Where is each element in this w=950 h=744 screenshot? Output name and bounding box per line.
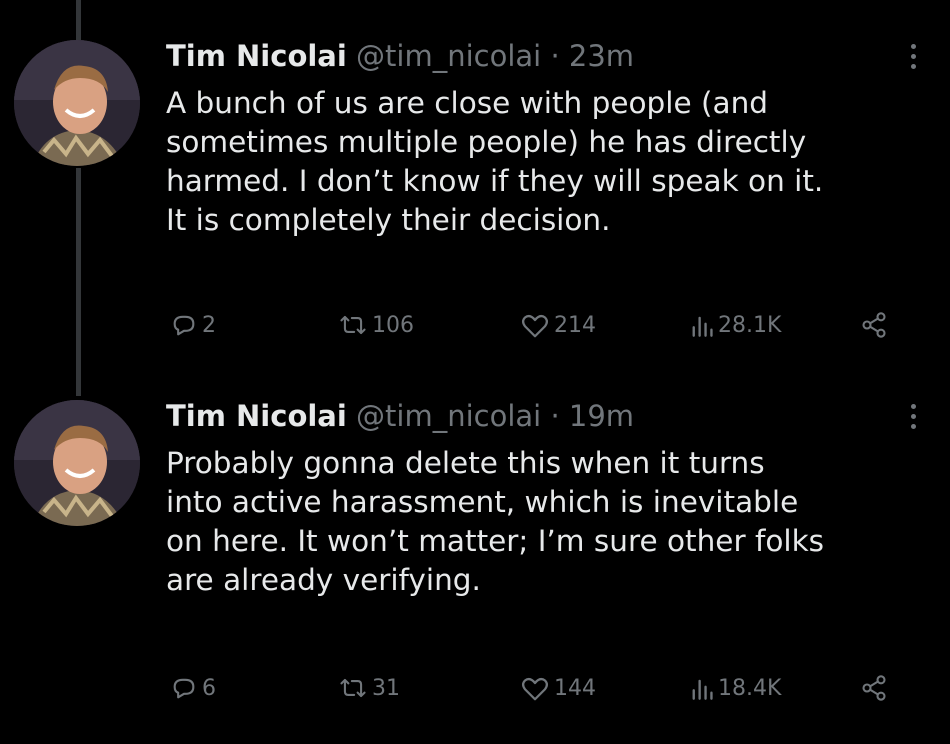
views-button[interactable]: 18.4K xyxy=(690,668,781,708)
reply-count: 6 xyxy=(202,675,216,701)
tweet-text-line: It is completely their decision. xyxy=(166,203,611,237)
like-count: 144 xyxy=(554,675,596,701)
tweet[interactable]: Tim Nicolai @tim_nicolai · 19m Probably … xyxy=(0,370,950,744)
share-icon xyxy=(862,675,886,701)
heart-icon xyxy=(522,314,548,338)
tweet-text-line: Probably gonna delete this when it turns xyxy=(166,446,765,480)
share-button[interactable] xyxy=(860,305,888,345)
tweet-header: Tim Nicolai @tim_nicolai · 23m xyxy=(166,38,634,74)
retweet-icon xyxy=(340,315,366,335)
tweet-text: A bunch of us are close with people (and… xyxy=(166,84,926,240)
tweet-text-line: A bunch of us are close with people (and xyxy=(166,86,769,120)
views-chart-icon xyxy=(692,679,713,700)
tweet-text-line: on here. It won’t matter; I’m sure other… xyxy=(166,524,825,558)
avatar[interactable] xyxy=(14,40,140,166)
more-vertical-icon[interactable] xyxy=(908,404,918,429)
retweet-button[interactable]: 106 xyxy=(338,305,414,345)
timestamp[interactable]: 23m xyxy=(569,39,634,73)
like-button[interactable]: 144 xyxy=(520,668,596,708)
share-icon xyxy=(862,312,886,338)
reply-count: 2 xyxy=(202,312,216,338)
separator-dot: · xyxy=(550,39,560,73)
heart-icon xyxy=(522,677,548,701)
display-name[interactable]: Tim Nicolai xyxy=(166,399,347,433)
reply-button[interactable]: 2 xyxy=(170,305,216,345)
views-count: 18.4K xyxy=(718,675,782,701)
user-handle[interactable]: @tim_nicolai xyxy=(356,39,541,73)
retweet-count: 106 xyxy=(372,312,414,338)
reply-button[interactable]: 6 xyxy=(170,668,216,708)
separator-dot: · xyxy=(550,399,560,433)
like-count: 214 xyxy=(554,312,596,338)
tweet-actions: 6 31 144 18.4K xyxy=(170,668,890,708)
tweet-header: Tim Nicolai @tim_nicolai · 19m xyxy=(166,398,634,434)
tweet-text: Probably gonna delete this when it turns… xyxy=(166,444,926,600)
tweet-actions: 2 106 214 28.1K xyxy=(170,305,890,345)
views-button[interactable]: 28.1K xyxy=(690,305,781,345)
display-name[interactable]: Tim Nicolai xyxy=(166,39,347,73)
more-vertical-icon[interactable] xyxy=(908,44,918,69)
retweet-count: 31 xyxy=(372,675,400,701)
tweet[interactable]: Tim Nicolai @tim_nicolai · 23m A bunch o… xyxy=(0,0,950,370)
avatar[interactable] xyxy=(14,400,140,526)
retweet-icon xyxy=(340,678,366,698)
tweet-text-line: into active harassment, which is inevita… xyxy=(166,485,799,519)
tweet-text-line: are already verifying. xyxy=(166,563,481,597)
share-button[interactable] xyxy=(860,668,888,708)
tweet-text-line: harmed. I don’t know if they will speak … xyxy=(166,164,824,198)
like-button[interactable]: 214 xyxy=(520,305,596,345)
reply-icon xyxy=(173,678,195,699)
tweet-text-line: sometimes multiple people) he has direct… xyxy=(166,125,807,159)
views-count: 28.1K xyxy=(718,312,782,338)
user-handle[interactable]: @tim_nicolai xyxy=(356,399,541,433)
retweet-button[interactable]: 31 xyxy=(338,668,400,708)
views-chart-icon xyxy=(692,316,713,337)
reply-icon xyxy=(173,315,195,336)
timestamp[interactable]: 19m xyxy=(569,399,634,433)
